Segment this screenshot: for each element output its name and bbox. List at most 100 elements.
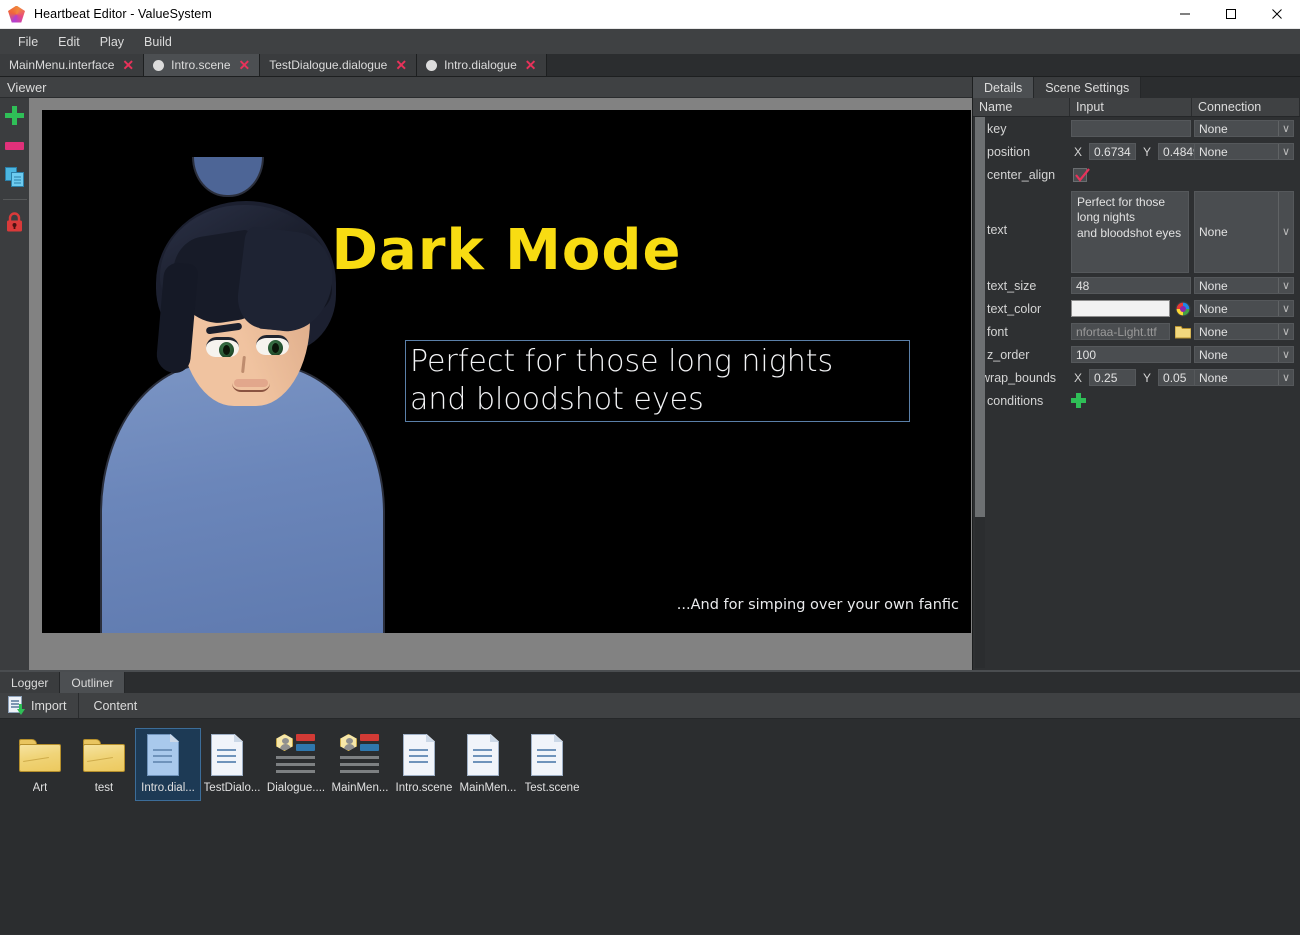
menu-build[interactable]: Build (135, 33, 181, 51)
tab-logger[interactable]: Logger (0, 672, 61, 693)
menu-file[interactable]: File (9, 33, 47, 51)
center-align-checkbox[interactable] (1073, 167, 1090, 182)
stage-title-text[interactable]: Dark Mode (42, 218, 971, 283)
position-x-input[interactable]: 0.6734 (1089, 143, 1137, 160)
tab-scene-settings[interactable]: Scene Settings (1034, 77, 1142, 98)
document-icon (531, 733, 573, 777)
menu-edit[interactable]: Edit (49, 33, 89, 51)
property-row-z-order: z_order 100 None ∨ (973, 343, 1300, 366)
asset-item-test[interactable]: test (72, 729, 136, 800)
wrap-bounds-connection-dropdown[interactable]: None ∨ (1194, 369, 1294, 386)
scrollbar-thumb[interactable] (975, 117, 985, 517)
asset-item-mainmenu-dialogue[interactable]: MainMen... (328, 729, 392, 800)
add-condition-button[interactable] (1071, 393, 1086, 408)
property-label: z_order (987, 347, 1030, 362)
check-icon (1075, 167, 1090, 182)
wrap-bounds-x-input[interactable]: 0.25 (1089, 369, 1137, 386)
asset-label: Intro.scene (395, 782, 453, 794)
close-icon[interactable]: ✕ (122, 58, 134, 72)
property-label: conditions (987, 393, 1044, 408)
chevron-down-icon: ∨ (1278, 324, 1293, 339)
close-icon[interactable]: ✕ (239, 58, 251, 72)
add-element-button[interactable] (4, 104, 26, 126)
document-icon (467, 733, 509, 777)
font-input[interactable]: nfortaa-Light.ttf (1071, 323, 1170, 340)
tab-label: Scene Settings (1045, 80, 1130, 95)
menu-play[interactable]: Play (91, 33, 133, 51)
folder-icon[interactable] (1174, 323, 1191, 340)
scene-stage[interactable]: Dark Mode Perfect for those long nights … (42, 110, 971, 633)
dock-tab-strip: Logger Outliner (0, 672, 1300, 693)
content-breadcrumb[interactable]: Content (79, 693, 151, 718)
unsaved-dot-icon (426, 59, 438, 71)
content-label: Content (93, 698, 138, 713)
editor-tab-mainmenu-interface[interactable]: MainMenu.interface ✕ (0, 54, 145, 76)
chevron-down-icon: ∨ (1278, 347, 1293, 362)
chevron-down-icon: ∨ (1278, 370, 1293, 385)
z-order-input[interactable]: 100 (1071, 346, 1191, 363)
selected-text-element[interactable]: Perfect for those long nights and bloods… (405, 340, 910, 422)
asset-label: Test.scene (524, 782, 580, 794)
viewer-canvas[interactable]: Dark Mode Perfect for those long nights … (29, 98, 972, 670)
key-input[interactable] (1071, 120, 1191, 137)
lock-element-button[interactable] (4, 211, 26, 233)
minimize-button[interactable] (1162, 0, 1208, 29)
editor-tab-strip: MainMenu.interface ✕ Intro.scene ✕ TestD… (0, 54, 1300, 77)
asset-item-testdialogue[interactable]: TestDialo... (200, 729, 264, 800)
text-color-connection-dropdown[interactable]: None ∨ (1194, 300, 1294, 317)
asset-item-intro-scene[interactable]: Intro.scene (392, 729, 456, 800)
asset-label: test (94, 782, 114, 794)
asset-item-test-scene[interactable]: Test.scene (520, 729, 584, 800)
text-size-input[interactable]: 48 (1071, 277, 1191, 294)
import-label: Import (31, 698, 67, 713)
duplicate-element-button[interactable] (4, 166, 26, 188)
editor-tab-testdialogue-dialogue[interactable]: TestDialogue.dialogue ✕ (260, 54, 418, 76)
close-icon[interactable]: ✕ (525, 58, 537, 72)
editor-tab-intro-dialogue[interactable]: Intro.dialogue ✕ (417, 54, 547, 76)
asset-item-dialogue[interactable]: Dialogue.... (264, 729, 328, 800)
editor-tab-label: MainMenu.interface (9, 58, 115, 72)
font-connection-dropdown[interactable]: None ∨ (1194, 323, 1294, 340)
stage-footer-text[interactable]: ...And for simping over your own fanfic (677, 597, 959, 613)
menu-bar: File Edit Play Build (0, 29, 1300, 54)
tab-details[interactable]: Details (973, 77, 1035, 98)
position-connection-dropdown[interactable]: None ∨ (1194, 143, 1294, 160)
color-wheel-icon[interactable] (1174, 300, 1191, 317)
content-browser[interactable]: Art test Intro.dial... TestDialo... Dial… (0, 719, 1300, 934)
chevron-down-icon: ∨ (1278, 121, 1293, 136)
close-icon[interactable]: ✕ (395, 58, 407, 72)
bottom-dock: Logger Outliner Import Content Art test … (0, 670, 1300, 934)
text-connection-dropdown[interactable]: None ∨ (1194, 190, 1294, 273)
dock-tab-filler (125, 672, 1300, 693)
content-browser-toolbar: Import Content (0, 693, 1300, 719)
remove-element-button[interactable] (4, 135, 26, 157)
tab-strip-filler (546, 54, 1300, 76)
title-bar: Heartbeat Editor - ValueSystem (0, 0, 1300, 29)
key-connection-dropdown[interactable]: None ∨ (1194, 120, 1294, 137)
z-order-connection-dropdown[interactable]: None ∨ (1194, 346, 1294, 363)
maximize-button[interactable] (1208, 0, 1254, 29)
asset-item-intro-dialogue[interactable]: Intro.dial... (135, 728, 201, 801)
import-button[interactable]: Import (0, 693, 80, 718)
tab-outliner[interactable]: Outliner (60, 672, 126, 693)
asset-label: MainMen... (331, 782, 389, 794)
toolbar-divider (2, 199, 27, 200)
chevron-down-icon: ∨ (1278, 144, 1293, 159)
property-row-text: text Perfect for those long nights and b… (973, 186, 1300, 274)
text-color-swatch[interactable] (1071, 300, 1170, 317)
column-header-input: Input (1070, 98, 1192, 116)
axis-label-x: X (1074, 370, 1083, 385)
axis-label-x: X (1074, 144, 1083, 159)
details-scrollbar[interactable] (975, 117, 985, 668)
asset-item-mainmenu-interface[interactable]: MainMen... (456, 729, 520, 800)
dropdown-value: None (1199, 301, 1228, 316)
close-button[interactable] (1254, 0, 1300, 29)
editor-tab-intro-scene[interactable]: Intro.scene ✕ (144, 54, 261, 76)
character-sprite[interactable] (82, 143, 402, 633)
property-table-header: Name Input Connection (973, 98, 1300, 117)
text-textarea[interactable]: Perfect for those long nights and bloods… (1071, 190, 1189, 273)
asset-item-art[interactable]: Art (8, 729, 72, 800)
column-header-name: Name (973, 98, 1070, 116)
editor-tab-label: Intro.dialogue (444, 58, 517, 72)
text-size-connection-dropdown[interactable]: None ∨ (1194, 277, 1294, 294)
